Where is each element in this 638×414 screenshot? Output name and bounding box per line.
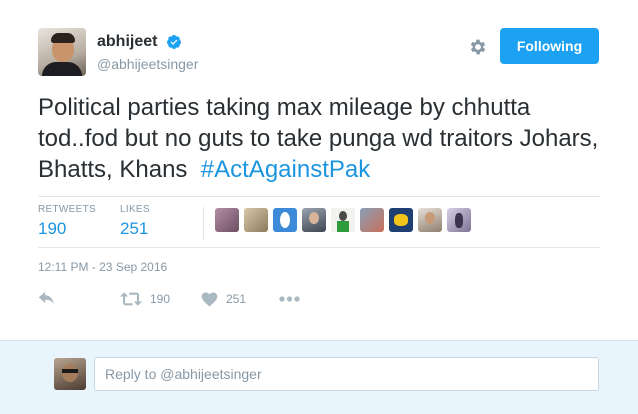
tweet-card: abhijeet @abhijeetsinger Following Polit… xyxy=(0,0,638,340)
liker-avatar[interactable] xyxy=(418,208,442,232)
retweets-value: 190 xyxy=(38,219,67,238)
liker-avatar[interactable] xyxy=(244,208,268,232)
stats-separator xyxy=(203,207,204,240)
author-name[interactable]: abhijeet xyxy=(97,33,157,51)
current-user-avatar[interactable] xyxy=(54,358,86,390)
like-count: 251 xyxy=(226,292,247,306)
liker-avatar[interactable] xyxy=(215,208,239,232)
liker-avatar[interactable] xyxy=(447,208,471,232)
liker-avatar[interactable] xyxy=(331,208,355,232)
more-button[interactable] xyxy=(279,289,300,309)
author-avatar[interactable] xyxy=(38,28,86,76)
heart-icon xyxy=(201,292,218,307)
verified-badge-icon xyxy=(166,35,181,49)
liker-avatar[interactable] xyxy=(302,208,326,232)
likes-value: 251 xyxy=(120,219,149,238)
retweets-label: RETWEETS xyxy=(38,204,96,215)
liker-avatar[interactable] xyxy=(389,208,413,232)
author-handle[interactable]: @abhijeetsinger xyxy=(97,56,198,72)
reply-composer: Reply to @abhijeetsinger xyxy=(0,340,638,414)
stats-bottom-divider xyxy=(38,247,600,248)
like-button[interactable]: 251 xyxy=(201,289,246,309)
hashtag-link[interactable]: #ActAgainstPak xyxy=(201,156,370,183)
retweet-button[interactable]: 190 xyxy=(120,289,170,309)
liker-avatar[interactable] xyxy=(273,208,297,232)
retweet-count: 190 xyxy=(150,292,171,306)
reply-icon xyxy=(38,291,54,304)
retweets-stat[interactable]: RETWEETS 190 xyxy=(38,204,96,239)
stats-top-divider xyxy=(38,196,600,197)
likes-stat[interactable]: LIKES 251 xyxy=(120,204,150,239)
liker-avatar[interactable] xyxy=(360,208,384,232)
tweet-timestamp[interactable]: 12:11 PM - 23 Sep 2016 xyxy=(38,260,167,274)
retweet-icon xyxy=(120,292,142,306)
gear-icon[interactable] xyxy=(468,37,488,57)
more-dots-icon xyxy=(279,296,300,302)
reply-button[interactable] xyxy=(38,289,57,309)
tweet-text: Political parties taking max mileage by … xyxy=(38,92,608,185)
reply-input[interactable]: Reply to @abhijeetsinger xyxy=(94,357,599,391)
following-button[interactable]: Following xyxy=(500,28,599,64)
likes-label: LIKES xyxy=(120,204,150,215)
